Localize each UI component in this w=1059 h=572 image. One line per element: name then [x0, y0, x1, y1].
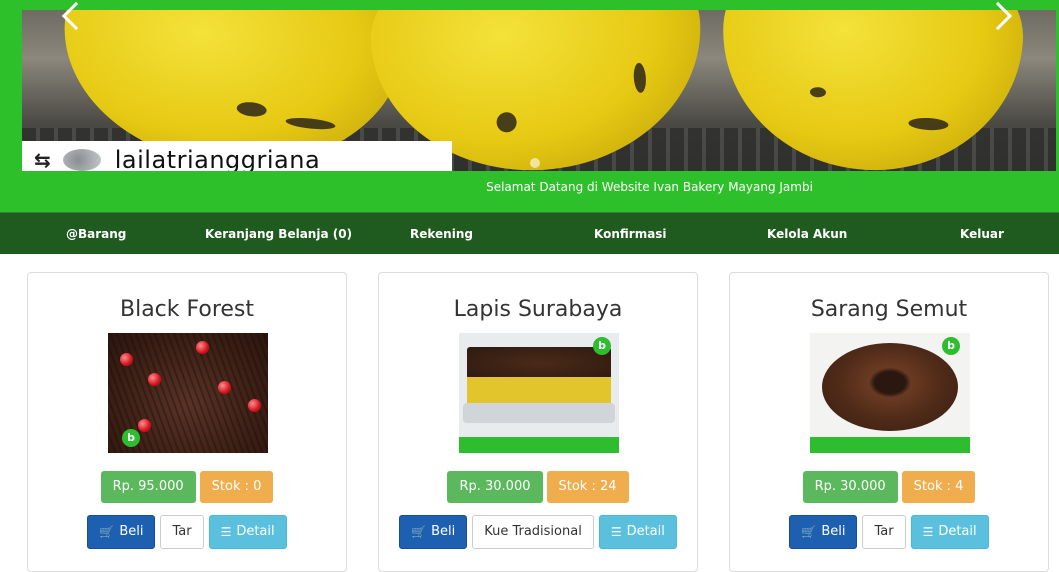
detail-button[interactable]: ☰ Detail — [910, 515, 989, 549]
nav-item-konfirmasi[interactable]: Konfirmasi — [594, 213, 667, 255]
detail-label: Detail — [626, 524, 665, 539]
price-badge: Rp. 30.000 — [802, 471, 898, 503]
product-card: Lapis Surabaya b Rp. 30.000 Stok : 24 🛒 B… — [378, 272, 698, 572]
stock-badge: Stok : 4 — [901, 471, 976, 503]
detail-label: Detail — [938, 524, 977, 539]
buy-button[interactable]: 🛒 Beli — [789, 515, 858, 549]
buy-button[interactable]: 🛒 Beli — [87, 515, 156, 549]
list-icon: ☰ — [220, 525, 232, 539]
carousel-indicator[interactable] — [530, 158, 540, 168]
bakery-logo-icon: b — [593, 337, 611, 355]
cart-icon: 🛒 — [99, 525, 115, 539]
product-image: b — [108, 333, 268, 453]
list-icon: ☰ — [610, 525, 622, 539]
product-image: b — [810, 333, 970, 453]
stock-badge: Stok : 24 — [546, 471, 629, 503]
category-button[interactable]: Tar — [160, 515, 204, 549]
detail-label: Detail — [236, 524, 275, 539]
price-badge: Rp. 95.000 — [100, 471, 196, 503]
nav-item-rekening[interactable]: Rekening — [410, 213, 473, 255]
cart-icon: 🛒 — [411, 525, 427, 539]
buy-label: Beli — [821, 524, 846, 539]
banner-carousel[interactable]: ⇆ lailatrianggriana — [22, 10, 1056, 171]
header: ⇆ lailatrianggriana Selamat Datang di We… — [0, 0, 1059, 212]
welcome-text: Selamat Datang di Website Ivan Bakery Ma… — [486, 180, 813, 194]
product-name: Lapis Surabaya — [453, 297, 623, 322]
buy-button[interactable]: 🛒 Beli — [399, 515, 468, 549]
detail-button[interactable]: ☰ Detail — [208, 515, 287, 549]
buy-label: Beli — [431, 524, 456, 539]
detail-button[interactable]: ☰ Detail — [598, 515, 677, 549]
category-button[interactable]: Tar — [862, 515, 906, 549]
nav-item-barang[interactable]: @Barang — [66, 213, 126, 255]
brand-strip — [810, 437, 970, 453]
cart-icon: 🛒 — [801, 525, 817, 539]
list-icon: ☰ — [922, 525, 934, 539]
product-name: Black Forest — [119, 297, 255, 322]
product-image: b — [459, 333, 619, 453]
nav-item-keranjang[interactable]: Keranjang Belanja (0) — [205, 213, 352, 255]
instagram-handle: lailatrianggriana — [114, 146, 321, 171]
brand-strip — [459, 437, 619, 453]
avatar — [62, 149, 101, 171]
nav-item-keluar[interactable]: Keluar — [960, 213, 1004, 255]
instagram-overlay: ⇆ lailatrianggriana — [22, 141, 452, 171]
category-button[interactable]: Kue Tradisional — [472, 515, 594, 549]
price-badge: Rp. 30.000 — [447, 471, 543, 503]
buy-label: Beli — [119, 524, 144, 539]
bakery-logo-icon: b — [122, 429, 140, 447]
repost-icon: ⇆ — [34, 148, 51, 171]
product-card: Sarang Semut b Rp. 30.000 Stok : 4 🛒 Beli… — [729, 272, 1049, 572]
nav-item-kelola-akun[interactable]: Kelola Akun — [767, 213, 847, 255]
main-nav: @Barang Keranjang Belanja (0) Rekening K… — [0, 212, 1059, 254]
stock-badge: Stok : 0 — [199, 471, 274, 503]
product-name: Sarang Semut — [810, 297, 968, 322]
product-card: Black Forest b Rp. 95.000 Stok : 0 🛒 Beli… — [27, 272, 347, 572]
bakery-logo-icon: b — [942, 337, 960, 355]
